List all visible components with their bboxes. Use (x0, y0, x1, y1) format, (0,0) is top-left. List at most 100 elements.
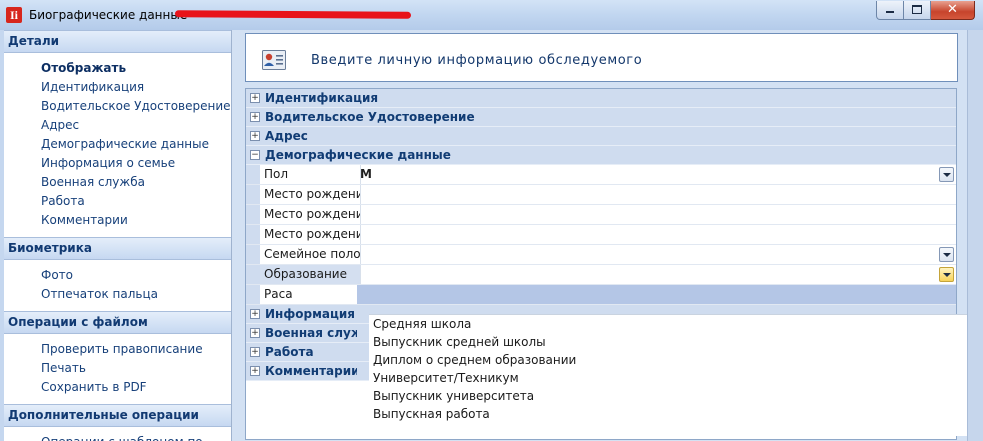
window-title: Биографические данные - (29, 8, 196, 22)
property-value[interactable] (357, 245, 956, 264)
sidebar-item-save-pdf[interactable]: Сохранить в PDF (4, 378, 231, 397)
person-card-icon (262, 50, 286, 70)
sidebar-section-title[interactable]: Биометрика (4, 237, 231, 260)
title-bar: Ii Биографические данные - ✕ (0, 0, 983, 31)
sidebar-item-photo[interactable]: Фото (4, 266, 231, 285)
dropdown-option[interactable]: Выпускник университета (369, 387, 969, 405)
property-name: Раса (260, 285, 361, 304)
row-gutter (246, 185, 260, 204)
app-icon[interactable]: Ii (6, 7, 22, 23)
property-name: Семейное положение (260, 245, 361, 264)
property-row-birthplace[interactable]: Место рождения (246, 185, 956, 205)
property-value[interactable] (357, 225, 956, 244)
dropdown-arrow-icon[interactable] (939, 167, 954, 182)
dropdown-arrow-icon[interactable] (939, 267, 954, 282)
sidebar-section-title[interactable]: Дополнительные операции (4, 404, 231, 427)
vertical-scrollbar[interactable] (967, 30, 983, 441)
property-name: Место рождения (260, 205, 361, 224)
page-title: Введите личную информацию обследуемого (311, 53, 643, 68)
row-gutter (246, 265, 260, 284)
main-panel: Введите личную информацию обследуемого +… (232, 30, 983, 441)
category-label: Водительское Удостоверение (265, 110, 475, 124)
sidebar-item-work[interactable]: Работа (4, 192, 231, 211)
category-label: Военная служба (265, 326, 357, 340)
category-label: Информация о семье (265, 307, 357, 321)
sidebar-list: Проверить правописание Печать Сохранить … (4, 334, 231, 404)
expand-icon[interactable]: + (250, 366, 260, 376)
property-row-race[interactable]: Раса (246, 285, 956, 305)
category-drivers-license[interactable]: + Водительское Удостоверение (246, 108, 956, 127)
sidebar-item-family[interactable]: Информация о семье (4, 154, 231, 173)
row-gutter (246, 165, 260, 184)
education-dropdown-list: Средняя школа Выпускник средней школы Ди… (369, 314, 969, 436)
sidebar: Детали Отображать Идентификация Водитель… (4, 30, 232, 441)
category-label: Демографические данные (265, 148, 451, 162)
sidebar-section-details: Детали Отображать Идентификация Водитель… (4, 30, 231, 237)
sidebar-section-file-ops: Операции с файлом Проверить правописание… (4, 311, 231, 404)
property-value[interactable]: М (357, 165, 956, 184)
close-button[interactable]: ✕ (931, 1, 975, 20)
maximize-button[interactable] (904, 1, 931, 20)
expand-icon[interactable]: + (250, 328, 260, 338)
property-name: Образование (260, 265, 361, 284)
sidebar-item-spellcheck[interactable]: Проверить правописание (4, 340, 231, 359)
dropdown-option[interactable]: Выпускная работа (369, 405, 969, 423)
sidebar-item-military[interactable]: Военная служба (4, 173, 231, 192)
category-label: Идентификация (265, 91, 379, 105)
sidebar-list: Операции с шаблоном по (4, 427, 231, 441)
row-gutter (246, 285, 260, 304)
sidebar-item-address[interactable]: Адрес (4, 116, 231, 135)
sidebar-item-display[interactable]: Отображать (4, 59, 231, 78)
category-label: Адрес (265, 129, 308, 143)
sidebar-list: Фото Отпечаток пальца (4, 260, 231, 311)
dropdown-option[interactable]: Средняя школа (369, 315, 969, 333)
expand-icon[interactable]: + (250, 131, 260, 141)
property-grid: + Идентификация + Водительское Удостовер… (245, 88, 969, 440)
category-demographics[interactable]: − Демографические данные (246, 146, 956, 165)
sidebar-item-print[interactable]: Печать (4, 359, 231, 378)
sidebar-item-drivers-license[interactable]: Водительское Удостоверение (4, 97, 231, 116)
sidebar-section-title[interactable]: Детали (4, 30, 231, 53)
dropdown-arrow-icon[interactable] (939, 247, 954, 262)
dropdown-option[interactable]: Выпускник средней школы (369, 333, 969, 351)
sidebar-item-fingerprint[interactable]: Отпечаток пальца (4, 285, 231, 304)
property-value[interactable] (357, 265, 956, 284)
sidebar-item-identification[interactable]: Идентификация (4, 78, 231, 97)
sidebar-item-template-ops[interactable]: Операции с шаблоном по (4, 433, 231, 441)
category-identification[interactable]: + Идентификация (246, 89, 956, 108)
category-label: Работа (265, 345, 314, 359)
dropdown-option[interactable]: Диплом о среднем образовании (369, 351, 969, 369)
page-header: Введите личную информацию обследуемого (245, 33, 958, 82)
expand-icon[interactable]: + (250, 347, 260, 357)
row-gutter (246, 205, 260, 224)
property-value[interactable] (357, 185, 956, 204)
property-row-sex[interactable]: Пол М (246, 165, 956, 185)
expand-icon[interactable]: + (250, 309, 260, 319)
sidebar-section-biometrics: Биометрика Фото Отпечаток пальца (4, 237, 231, 311)
property-row-education[interactable]: Образование (246, 265, 956, 285)
property-value[interactable] (357, 285, 956, 304)
expand-icon[interactable]: + (250, 112, 260, 122)
minimize-button[interactable] (876, 1, 904, 20)
property-name: Пол (260, 165, 361, 184)
property-row-birthplace[interactable]: Место рождения (246, 205, 956, 225)
sidebar-list: Отображать Идентификация Водительское Уд… (4, 53, 231, 237)
sidebar-section-extra-ops: Дополнительные операции Операции с шабло… (4, 404, 231, 441)
property-value[interactable] (357, 205, 956, 224)
collapse-icon[interactable]: − (250, 150, 260, 160)
sidebar-item-demographics[interactable]: Демографические данные (4, 135, 231, 154)
sidebar-item-comments[interactable]: Комментарии (4, 211, 231, 230)
window-controls: ✕ (876, 1, 975, 21)
expand-icon[interactable]: + (250, 93, 260, 103)
dropdown-option[interactable]: Университет/Техникум (369, 369, 969, 387)
property-row-marital-status[interactable]: Семейное положение (246, 245, 956, 265)
category-address[interactable]: + Адрес (246, 127, 956, 146)
row-gutter (246, 245, 260, 264)
close-icon: ✕ (947, 2, 958, 17)
redaction-mark (174, 10, 412, 19)
sidebar-section-title[interactable]: Операции с файлом (4, 311, 231, 334)
maximize-icon (912, 5, 922, 14)
property-name: Место рождения (260, 185, 361, 204)
category-label: Комментарии (265, 364, 357, 378)
property-row-birthplace[interactable]: Место рождения (246, 225, 956, 245)
